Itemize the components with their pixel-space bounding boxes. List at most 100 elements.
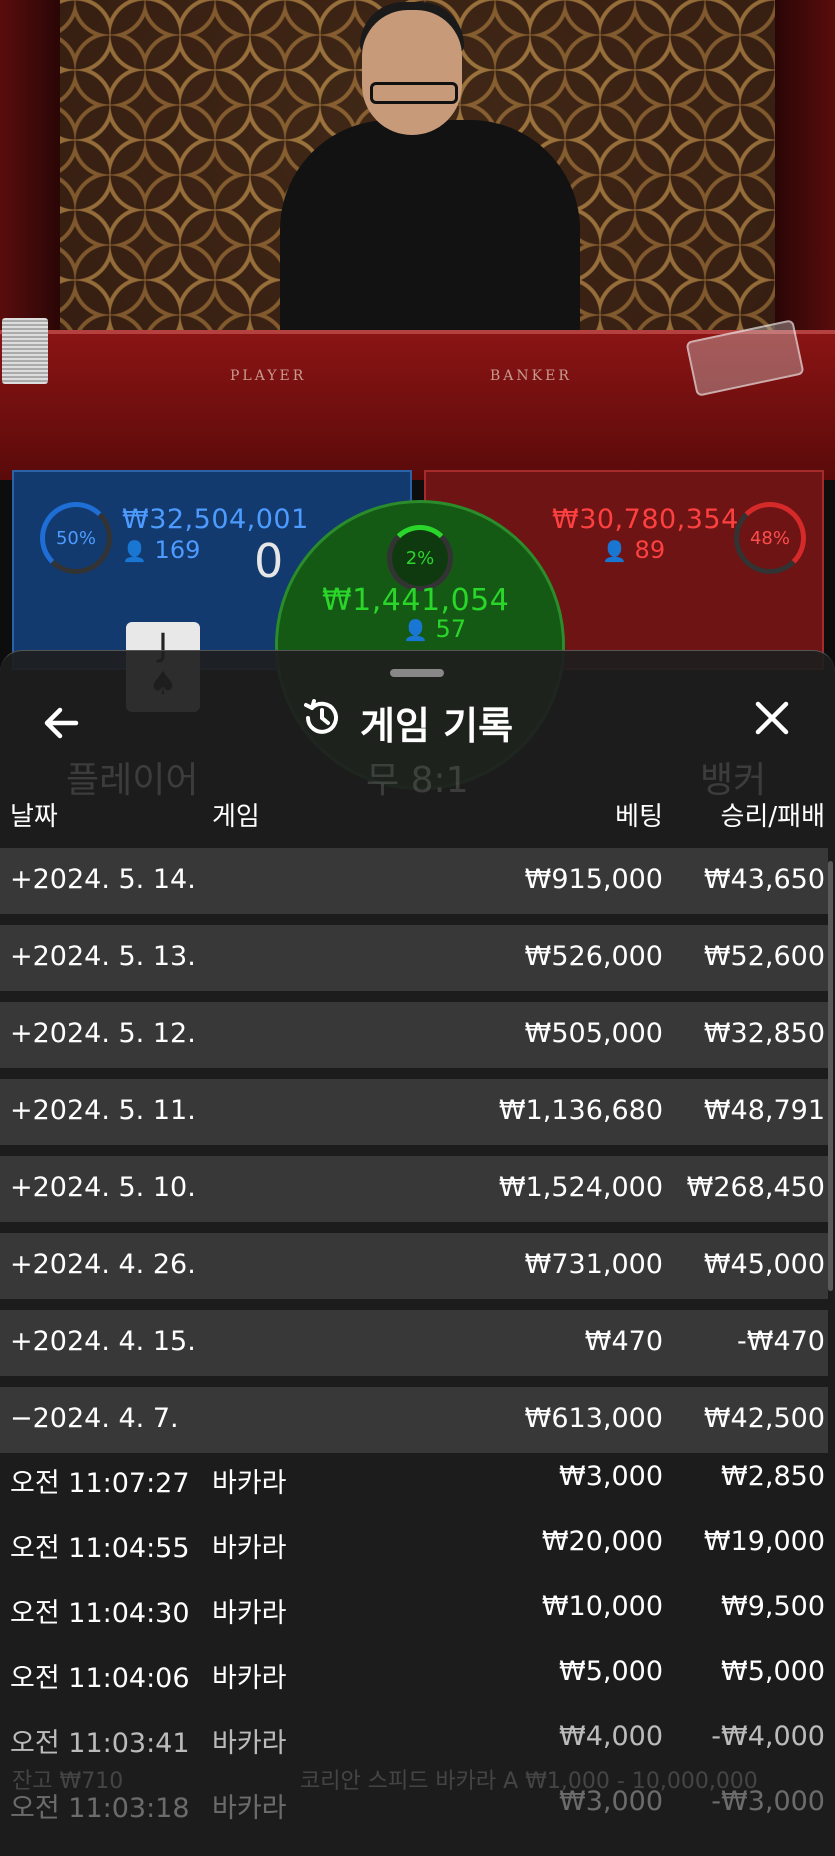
game-time: 오전 11:04:30 [10, 1598, 190, 1629]
arrow-left-svg [44, 707, 79, 739]
game-row[interactable]: 오전 11:04:30 바카라 ₩10,000 ₩9,500 [0, 1583, 828, 1648]
game-bet: ₩20,000 [541, 1526, 663, 1557]
game-history-sheet: 플레이어 무 8:1 뱅커 게임 기록 날짜 게임 베팅 승리/패배 +2024… [0, 650, 835, 1856]
game-bet: ₩5,000 [559, 1656, 663, 1687]
day-bet: ₩1,136,680 [498, 1095, 663, 1126]
player-percent-ring: 50% [40, 502, 112, 574]
day-row[interactable]: +2024. 5. 12. ₩505,000 ₩32,850 [0, 1002, 828, 1068]
day-date: −2024. 4. 7. [10, 1403, 179, 1434]
column-date: 날짜 [10, 802, 58, 832]
player-bettor-count: 👤 169 [122, 536, 200, 564]
day-date: +2024. 5. 10. [10, 1172, 196, 1203]
banker-bet-amount: ₩30,780,354 [552, 504, 739, 535]
game-result: ₩19,000 [703, 1526, 825, 1557]
card-deck [2, 318, 48, 384]
game-time: 오전 11:07:27 [10, 1468, 190, 1499]
ghost-table-info: 코리안 스피드 바카라 A ₩1,000 - 10,000,000 [300, 1769, 758, 1794]
day-bet: ₩1,524,000 [498, 1172, 663, 1203]
list-scrollbar[interactable] [828, 861, 833, 1291]
player-score: 0 [254, 534, 284, 588]
drape-right [775, 0, 835, 360]
column-win-loss: 승리/패배 [720, 802, 825, 832]
dealer-glasses [370, 82, 458, 104]
close-icon[interactable] [751, 697, 793, 747]
day-result: ₩52,600 [703, 941, 825, 972]
column-bet: 베팅 [615, 802, 663, 832]
day-result: ₩43,650 [703, 864, 825, 895]
game-name: 바카라 [212, 1728, 287, 1759]
game-name: 바카라 [212, 1793, 287, 1824]
game-result: ₩9,500 [721, 1591, 825, 1622]
person-icon: 👤 [122, 539, 147, 563]
ghost-balance: 잔고 ₩710 [12, 1769, 124, 1794]
history-clock-icon [300, 696, 344, 749]
game-bet: ₩4,000 [559, 1721, 663, 1752]
day-bet: ₩613,000 [524, 1403, 663, 1434]
sheet-title: 게임 기록 [360, 704, 514, 748]
banker-count-value: 89 [634, 536, 666, 564]
day-result: ₩32,850 [703, 1018, 825, 1049]
arrow-left-icon[interactable] [40, 701, 84, 753]
drape-left [0, 0, 60, 360]
day-row[interactable]: +2024. 5. 11. ₩1,136,680 ₩48,791 [0, 1079, 828, 1145]
banker-bettor-count: 👤 89 [602, 536, 665, 564]
live-video-feed: PLAYER BANKER [0, 0, 835, 480]
day-bet: ₩470 [584, 1326, 663, 1357]
day-bet: ₩731,000 [524, 1249, 663, 1280]
tie-bettor-count: 👤 57 [403, 615, 466, 643]
felt-banker-text: BANKER [490, 368, 572, 384]
game-row[interactable]: 오전 11:04:06 바카라 ₩5,000 ₩5,000 [0, 1648, 828, 1713]
tie-count-value: 57 [435, 615, 467, 643]
day-date: +2024. 4. 15. [10, 1326, 196, 1357]
day-date: +2024. 5. 13. [10, 941, 196, 972]
bet-panel: 50% ₩32,504,001 👤 169 0 J♠ ₩30,780,354 👤… [0, 470, 835, 790]
game-name: 바카라 [212, 1468, 287, 1499]
player-percent: 50% [55, 527, 96, 549]
dealer-head [362, 10, 462, 135]
game-name: 바카라 [212, 1663, 287, 1694]
game-bet: ₩3,000 [559, 1461, 663, 1492]
day-row[interactable]: +2024. 4. 15. ₩470 -₩470 [0, 1310, 828, 1376]
day-bet: ₩915,000 [524, 864, 663, 895]
game-name: 바카라 [212, 1598, 287, 1629]
game-name: 바카라 [212, 1533, 287, 1564]
day-date: +2024. 5. 12. [10, 1018, 196, 1049]
game-time: 오전 11:04:06 [10, 1663, 190, 1694]
day-row[interactable]: +2024. 5. 10. ₩1,524,000 ₩268,450 [0, 1156, 828, 1222]
game-result: ₩2,850 [721, 1461, 825, 1492]
game-result: -₩4,000 [711, 1721, 825, 1752]
day-bet: ₩526,000 [524, 941, 663, 972]
game-result: ₩5,000 [721, 1656, 825, 1687]
day-result: ₩48,791 [703, 1095, 825, 1126]
day-bet: ₩505,000 [524, 1018, 663, 1049]
history-list: +2024. 5. 14. ₩915,000 ₩43,650 +2024. 5.… [0, 848, 835, 1843]
day-date: +2024. 5. 14. [10, 864, 196, 895]
game-row[interactable]: 오전 11:04:55 바카라 ₩20,000 ₩19,000 [0, 1518, 828, 1583]
person-icon: 👤 [602, 539, 627, 563]
game-time: 오전 11:03:41 [10, 1728, 190, 1759]
tie-percent-ring: 2% [387, 525, 453, 591]
day-result: ₩42,500 [703, 1403, 825, 1434]
game-bet: ₩10,000 [541, 1591, 663, 1622]
column-game: 게임 [212, 802, 260, 832]
day-row-expanded[interactable]: −2024. 4. 7. ₩613,000 ₩42,500 [0, 1387, 828, 1453]
drag-handle[interactable] [390, 669, 444, 677]
game-row[interactable]: 오전 11:07:27 바카라 ₩3,000 ₩2,850 [0, 1453, 828, 1518]
game-time: 오전 11:04:55 [10, 1533, 190, 1564]
day-date: +2024. 4. 26. [10, 1249, 196, 1280]
day-result: -₩470 [737, 1326, 825, 1357]
column-headers: 날짜 게임 베팅 승리/패배 [0, 796, 835, 840]
person-icon: 👤 [403, 618, 428, 642]
day-result: ₩268,450 [686, 1172, 825, 1203]
player-count-value: 169 [154, 536, 201, 564]
day-row[interactable]: +2024. 4. 26. ₩731,000 ₩45,000 [0, 1233, 828, 1299]
day-date: +2024. 5. 11. [10, 1095, 196, 1126]
tie-percent: 2% [405, 547, 435, 569]
banker-percent-ring: 48% [734, 502, 806, 574]
close-svg [755, 701, 789, 735]
player-bet-amount: ₩32,504,001 [122, 504, 309, 535]
felt-player-text: PLAYER [230, 368, 307, 384]
banker-percent: 48% [749, 527, 790, 549]
day-row[interactable]: +2024. 5. 14. ₩915,000 ₩43,650 [0, 848, 828, 914]
day-row[interactable]: +2024. 5. 13. ₩526,000 ₩52,600 [0, 925, 828, 991]
